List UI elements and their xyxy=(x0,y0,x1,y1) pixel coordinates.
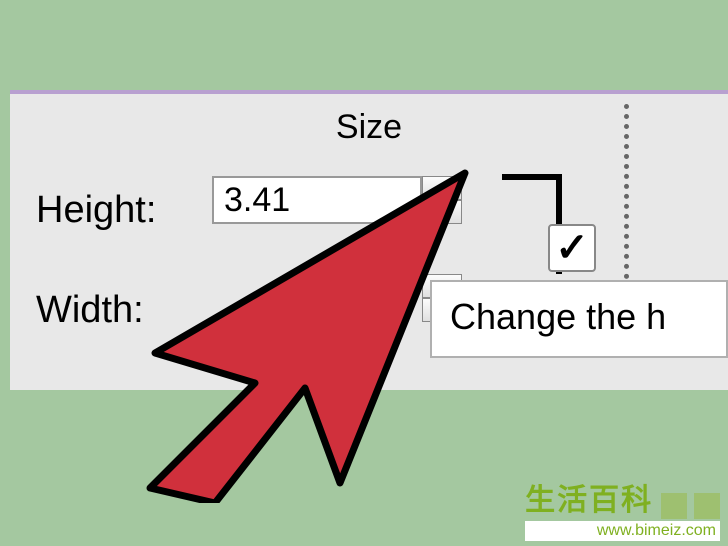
checkmark-icon: ✓ xyxy=(555,228,589,268)
watermark-box-icon xyxy=(661,493,687,519)
tooltip: Change the h xyxy=(430,280,728,358)
watermark: 生活百科 www.bimeiz.com xyxy=(525,475,720,541)
watermark-text: 生活百科 xyxy=(525,484,653,517)
watermark-box-icon xyxy=(694,493,720,519)
watermark-url: www.bimeiz.com xyxy=(525,521,720,541)
stepper-up-button[interactable] xyxy=(422,176,462,200)
lock-aspect-checkbox[interactable]: ✓ xyxy=(548,224,596,272)
chevron-down-icon xyxy=(434,207,450,217)
divider xyxy=(624,104,629,289)
height-label: Height: xyxy=(36,189,156,232)
width-label: Width: xyxy=(36,289,144,332)
size-panel: Size Height: Width: ✓ Change the h xyxy=(10,90,728,390)
panel-title: Size xyxy=(10,108,728,147)
stepper-down-button[interactable] xyxy=(422,200,462,224)
chevron-up-icon xyxy=(434,183,450,193)
height-input[interactable] xyxy=(212,176,422,224)
height-stepper[interactable] xyxy=(422,176,462,224)
